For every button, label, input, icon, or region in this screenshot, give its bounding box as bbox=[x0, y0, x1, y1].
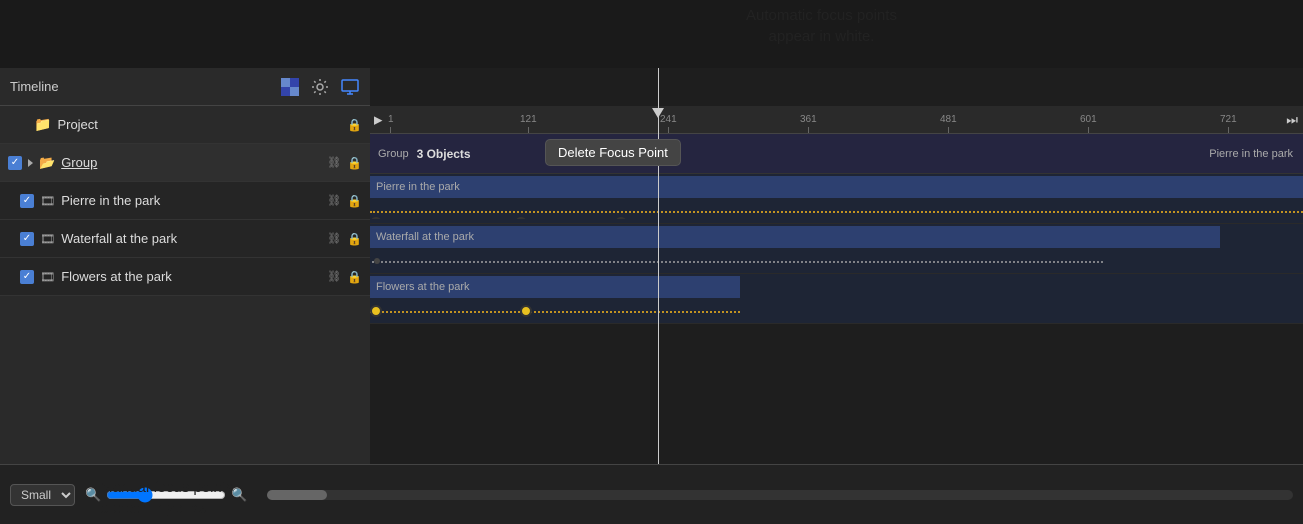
project-row: 📁 Project 🔒 bbox=[0, 106, 370, 144]
scrollbar-thumb[interactable] bbox=[267, 490, 327, 500]
clip-row-3: 🎞 Flowers at the park ⛓ 🔒 bbox=[0, 258, 370, 296]
zoom-slider[interactable] bbox=[106, 487, 226, 503]
group-checkbox[interactable] bbox=[8, 156, 22, 170]
track2-timeline bbox=[370, 253, 1303, 269]
clip1-link: ⛓ bbox=[327, 194, 341, 207]
checkerboard-icon[interactable] bbox=[280, 77, 300, 97]
zoom-in-icon[interactable]: 🔍 bbox=[231, 487, 247, 503]
size-select[interactable]: Small bbox=[10, 484, 75, 506]
clip3-link: ⛓ bbox=[327, 270, 341, 283]
track2-top-bar: Waterfall at the park bbox=[370, 226, 1220, 248]
track1-label: Pierre in the park bbox=[376, 181, 460, 193]
zoom-controls: 🔍 🔍 bbox=[85, 487, 247, 503]
ruler-mark-121: 121 bbox=[520, 114, 537, 133]
film-icon-2: 🎞 bbox=[40, 232, 55, 246]
timeline-area: ▶ 1 121 241 361 481 601 721 ⏭ Group 3 Ob… bbox=[370, 68, 1303, 464]
focus-point-yellow-4[interactable] bbox=[520, 305, 532, 317]
folder-icon: 📁 bbox=[34, 116, 51, 133]
track3-label: Flowers at the park bbox=[376, 281, 470, 293]
clip3-checkbox[interactable] bbox=[20, 270, 34, 284]
clip-row-1: 🎞 Pierre in the park ⛓ 🔒 bbox=[0, 182, 370, 220]
delete-focus-point-tooltip[interactable]: Delete Focus Point bbox=[545, 139, 681, 166]
ruler-mark-481: 481 bbox=[940, 114, 957, 133]
focus-point-yellow-1[interactable] bbox=[370, 217, 382, 219]
skip-end-button[interactable]: ⏭ bbox=[1286, 112, 1298, 128]
clip1-checkbox[interactable] bbox=[20, 194, 34, 208]
track-1: Pierre in the park bbox=[370, 174, 1303, 224]
focus-point-white-1[interactable] bbox=[515, 217, 527, 219]
track3-timeline bbox=[370, 303, 1303, 319]
track2-label: Waterfall at the park bbox=[376, 231, 474, 243]
clip1-label: Pierre in the park bbox=[61, 193, 321, 208]
ruler-mark-361: 361 bbox=[800, 114, 817, 133]
expand-triangle[interactable] bbox=[28, 159, 33, 167]
track-2: Waterfall at the park bbox=[370, 224, 1303, 274]
ruler-mark-721: 721 bbox=[1220, 114, 1237, 133]
clip2-checkbox[interactable] bbox=[20, 232, 34, 246]
timeline-header: Timeline bbox=[0, 68, 370, 106]
ruler-marks: 1 121 241 361 481 601 721 ⏭ bbox=[370, 106, 1303, 133]
clip3-lock[interactable]: 🔒 bbox=[347, 270, 362, 284]
ruler-mark-601: 601 bbox=[1080, 114, 1097, 133]
track-3: Flowers at the park bbox=[370, 274, 1303, 324]
track1-timeline bbox=[370, 203, 1303, 219]
clip2-link: ⛓ bbox=[327, 232, 341, 245]
group-track: Group 3 Objects Delete Focus Point Pierr… bbox=[370, 134, 1303, 174]
project-label: Project bbox=[57, 117, 341, 132]
focus-point-yellow-2[interactable] bbox=[615, 217, 627, 219]
clip2-lock[interactable]: 🔒 bbox=[347, 232, 362, 246]
clip-row-2: 🎞 Waterfall at the park ⛓ 🔒 bbox=[0, 220, 370, 258]
timeline-title: Timeline bbox=[10, 79, 270, 94]
group-lock-icon[interactable]: 🔒 bbox=[347, 156, 362, 170]
focus-point-yellow-3[interactable] bbox=[370, 305, 382, 317]
ruler: ▶ 1 121 241 361 481 601 721 ⏭ bbox=[370, 106, 1303, 134]
annotation-top: Automatic focus points appear in white. bbox=[340, 5, 1303, 47]
sidebar-content: 📁 Project 🔒 📂 Group ⛓ 🔒 🎞 Pierre in the … bbox=[0, 106, 370, 464]
h-scrollbar[interactable] bbox=[267, 490, 1293, 500]
lock-icon[interactable]: 🔒 bbox=[347, 118, 362, 132]
group-track-label: Group bbox=[378, 148, 409, 160]
monitor-icon[interactable] bbox=[340, 77, 360, 97]
clip3-label: Flowers at the park bbox=[61, 269, 321, 284]
track2-dot bbox=[374, 258, 380, 264]
ruler-mark-1: 1 bbox=[388, 114, 394, 133]
zoom-out-icon[interactable]: 🔍 bbox=[85, 487, 101, 503]
playhead-line bbox=[658, 68, 659, 464]
bottom-bar: Small 🔍 🔍 bbox=[0, 464, 1303, 524]
group-label: Group bbox=[61, 155, 321, 170]
track3-top-bar: Flowers at the park bbox=[370, 276, 740, 298]
group-name-right: Pierre in the park bbox=[1209, 148, 1293, 160]
clip2-label: Waterfall at the park bbox=[61, 231, 321, 246]
track1-top-bar: Pierre in the park bbox=[370, 176, 1303, 198]
group-folder-icon: 📂 bbox=[39, 155, 55, 171]
film-icon-1: 🎞 bbox=[40, 194, 55, 208]
objects-label: 3 Objects bbox=[417, 147, 471, 161]
gear-icon[interactable] bbox=[310, 77, 330, 97]
film-icon-3: 🎞 bbox=[40, 270, 55, 284]
group-link-icon: ⛓ bbox=[327, 156, 341, 169]
group-row: 📂 Group ⛓ 🔒 bbox=[0, 144, 370, 182]
clip1-lock[interactable]: 🔒 bbox=[347, 194, 362, 208]
